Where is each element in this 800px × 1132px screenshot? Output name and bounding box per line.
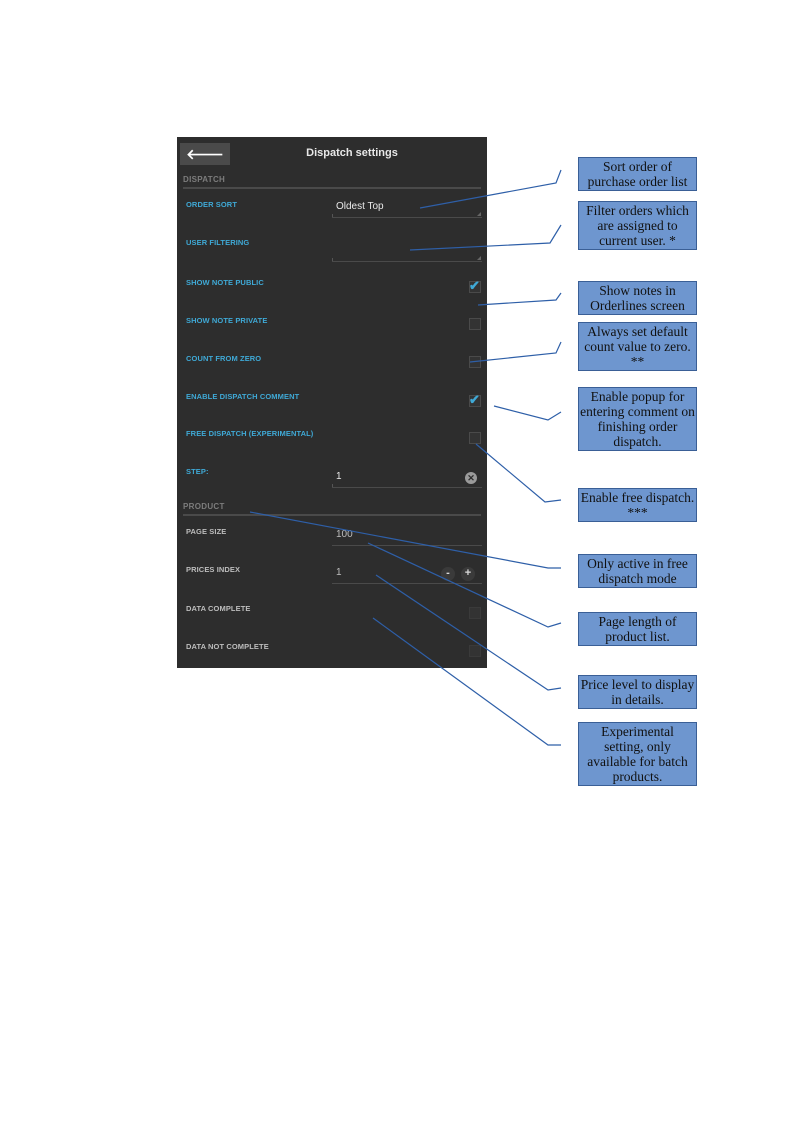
page-size-value: 100: [336, 529, 353, 540]
data-not-complete-label: DATA NOT COMPLETE: [186, 642, 269, 651]
order-sort-select[interactable]: Oldest Top: [332, 199, 482, 218]
step-input[interactable]: 1: [332, 469, 482, 488]
free-dispatch-label: FREE DISPATCH (EXPERIMENTAL): [186, 429, 314, 438]
annotation-note: Page length of product list.: [578, 612, 697, 646]
enable-dispatch-comment-checkbox[interactable]: ✔: [469, 392, 481, 407]
show-note-public-label: SHOW NOTE PUBLIC: [186, 278, 264, 287]
step-value: 1: [336, 471, 342, 482]
dropdown-corner-icon: [477, 256, 481, 260]
order-sort-value: Oldest Top: [336, 201, 384, 212]
increment-button[interactable]: +: [461, 567, 475, 581]
data-complete-label: DATA COMPLETE: [186, 604, 251, 613]
prices-index-input[interactable]: 1: [332, 565, 482, 584]
data-not-complete-checkbox[interactable]: [469, 645, 481, 657]
top-bar: Dispatch settings 🡐: [177, 137, 487, 167]
count-from-zero-checkbox[interactable]: [469, 356, 481, 368]
field-edge: [332, 484, 333, 487]
decrement-button[interactable]: -: [441, 567, 455, 581]
arrow-left-icon: 🡐: [186, 146, 224, 162]
enable-dispatch-comment-label: ENABLE DISPATCH COMMENT: [186, 392, 300, 401]
free-dispatch-checkbox[interactable]: [469, 432, 481, 444]
order-sort-label: ORDER SORT: [186, 200, 238, 209]
callout-line: [477, 292, 562, 306]
back-button[interactable]: 🡐: [180, 143, 230, 165]
prices-index-label: PRICES INDEX: [186, 565, 241, 574]
annotation-note: Only active in free dispatch mode: [578, 554, 697, 588]
section-header-product: PRODUCT: [183, 502, 225, 511]
dropdown-corner-icon: [477, 212, 481, 216]
user-filtering-label: USER FILTERING: [186, 238, 250, 247]
dispatch-settings-screen: Dispatch settings 🡐 DISPATCH ORDER SORT …: [177, 137, 487, 668]
step-label: STEP:: [186, 467, 209, 476]
show-note-public-checkbox[interactable]: ✔: [469, 278, 481, 293]
page-size-input[interactable]: 100: [332, 527, 482, 546]
data-complete-checkbox[interactable]: [469, 607, 481, 619]
show-note-private-checkbox[interactable]: [469, 318, 481, 330]
user-filtering-select[interactable]: [332, 243, 482, 262]
checkmark-icon: ✔: [469, 278, 480, 293]
field-edge: [332, 258, 333, 261]
field-edge: [332, 214, 333, 217]
annotation-note: Show notes in Orderlines screen: [578, 281, 697, 315]
callout-line: [475, 443, 562, 503]
section-header-dispatch: DISPATCH: [183, 175, 226, 184]
annotation-note: Always set default count value to zero. …: [578, 322, 697, 371]
clear-icon[interactable]: ✕: [465, 472, 477, 484]
checkmark-icon: ✔: [469, 392, 480, 407]
annotation-note: Enable popup for entering comment on fin…: [578, 387, 697, 451]
annotation-note: Enable free dispatch. ***: [578, 488, 697, 522]
page-size-label: PAGE SIZE: [186, 527, 227, 536]
prices-index-value: 1: [336, 567, 342, 578]
annotation-note: Filter orders which are assigned to curr…: [578, 201, 697, 250]
divider: [183, 514, 481, 516]
callout-line: [493, 405, 562, 421]
annotation-note: Sort order of purchase order list: [578, 157, 697, 191]
divider: [183, 187, 481, 189]
annotation-note: Experimental setting, only available for…: [578, 722, 697, 786]
show-note-private-label: SHOW NOTE PRIVATE: [186, 316, 268, 325]
count-from-zero-label: COUNT FROM ZERO: [186, 354, 262, 363]
annotation-note: Price level to display in details.: [578, 675, 697, 709]
